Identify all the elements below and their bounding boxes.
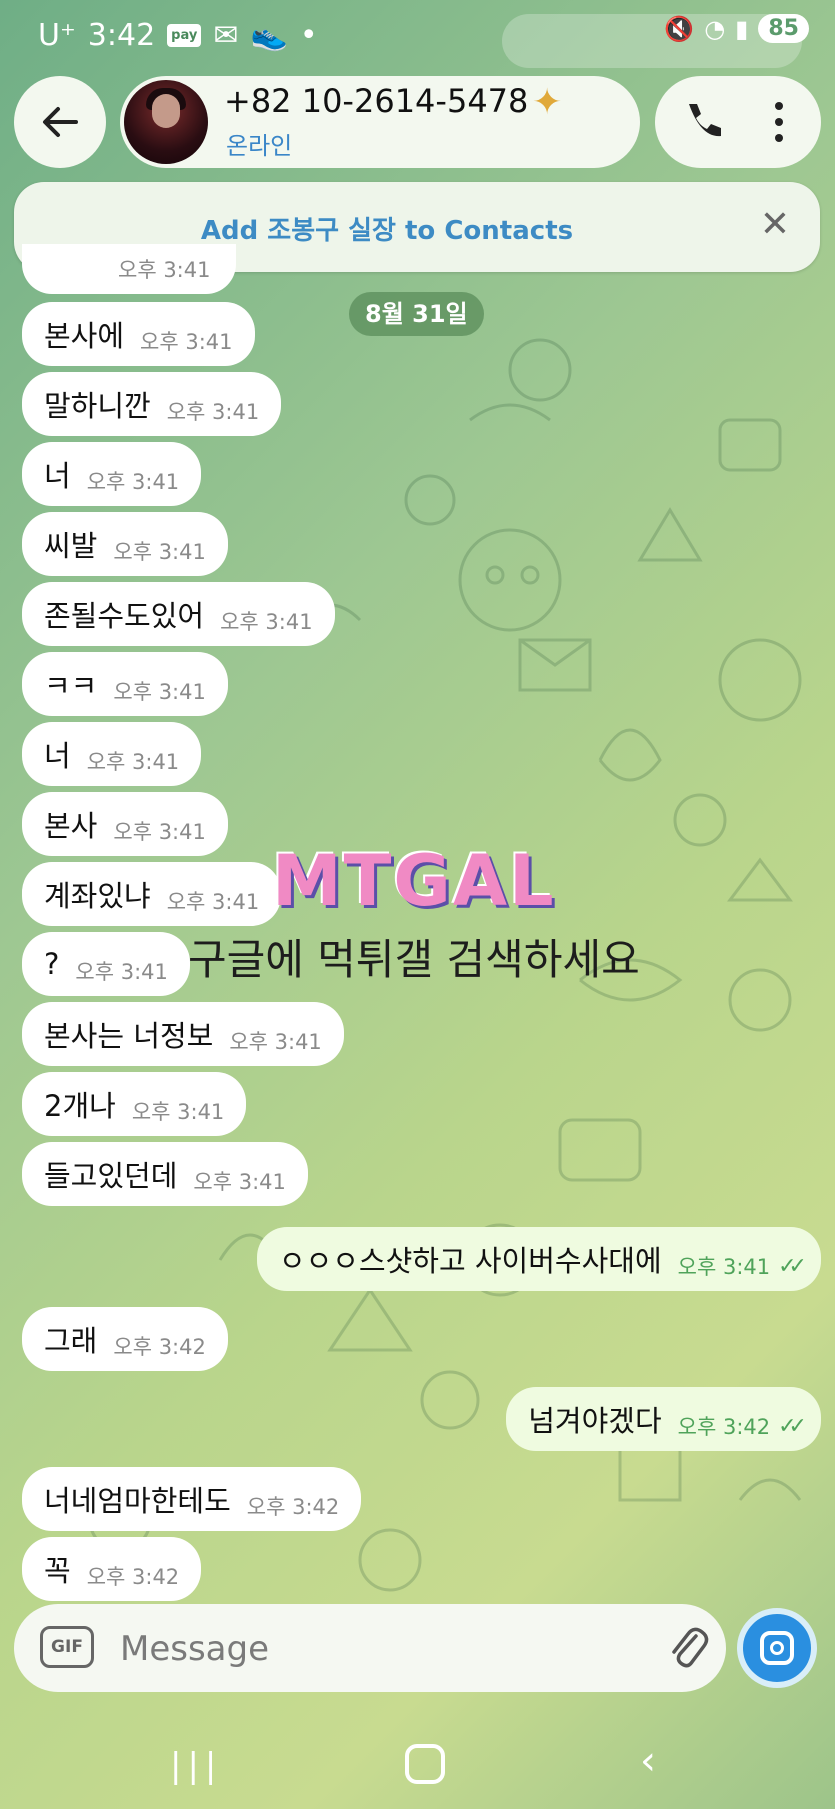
message-text: ? <box>44 947 60 981</box>
star-emoji-status-icon[interactable]: ✦ <box>532 82 562 123</box>
home-icon[interactable] <box>405 1744 445 1784</box>
message-time: 오후 3:41 <box>220 610 313 634</box>
message-time: 오후 3:41 <box>86 750 180 774</box>
message-text: 꼭 <box>44 1554 71 1588</box>
incoming-message[interactable]: 본사 오후 3:41 <box>22 792 228 856</box>
incoming-message[interactable]: 계좌있냐 오후 3:41 <box>22 862 282 926</box>
message-text: 너 <box>44 459 71 493</box>
back-button[interactable] <box>14 76 106 168</box>
message-text: 존될수도있어 <box>44 599 205 633</box>
camera-lens-icon <box>770 1641 784 1655</box>
incoming-message[interactable]: 그래 오후 3:42 <box>22 1307 228 1371</box>
contact-number: +82 10-2614-5478 <box>224 82 529 120</box>
message-text: ㅇㅇㅇ스샷하고 사이버수사대에 <box>278 1244 662 1278</box>
message-time: 오후 3:41 <box>75 960 168 984</box>
message-time: 오후 3:41 <box>131 1100 225 1124</box>
message-time: 오후 3:41 <box>113 540 206 564</box>
incoming-message[interactable]: 본사는 너정보 오후 3:41 <box>22 1002 344 1066</box>
wifi-icon: ◔ <box>704 14 726 43</box>
message-composer: GIF <box>14 1604 726 1692</box>
incoming-message[interactable]: 너네엄마한테도 오후 3:42 <box>22 1467 362 1531</box>
signal-icon: ▮ <box>735 14 749 43</box>
status-bar: U⁺ 3:42 pay ✉ 👟 • 🔇 ◔ ▮ 85 <box>0 0 835 78</box>
incoming-message[interactable]: 씨발 오후 3:41 <box>22 512 228 576</box>
chat-info-header[interactable]: +82 10-2614-5478 ✦ 온라인 <box>120 76 640 168</box>
message-time: 오후 3:41 <box>166 890 260 914</box>
incoming-message[interactable]: 2개나 오후 3:41 <box>22 1072 247 1136</box>
system-navigation-bar: ||| ‹ <box>0 1720 835 1809</box>
incoming-message[interactable]: 존될수도있어 오후 3:41 <box>22 582 335 646</box>
clock: 3:42 <box>87 18 156 53</box>
message-text: 계좌있냐 <box>44 879 151 913</box>
message-time: 오후 3:41 <box>677 1255 771 1279</box>
incoming-message[interactable]: 너 오후 3:41 <box>22 722 202 786</box>
incoming-message[interactable]: ? 오후 3:41 <box>22 932 190 996</box>
arrow-left-icon <box>43 107 78 137</box>
message-text: 2개나 <box>44 1089 116 1123</box>
message-time: 오후 3:42 <box>86 1565 180 1589</box>
outgoing-message[interactable]: ㅇㅇㅇ스샷하고 사이버수사대에 오후 3:41 ✓✓ <box>256 1227 821 1291</box>
close-icon[interactable]: ✕ <box>760 204 790 245</box>
double-check-icon: ✓✓ <box>778 1413 807 1439</box>
recents-icon[interactable]: ||| <box>170 1746 222 1786</box>
message-time: 오후 3:41 <box>229 1030 322 1054</box>
more-vertical-icon[interactable] <box>765 98 793 146</box>
date-separator: 8월 31일 <box>349 292 484 336</box>
paperclip-icon[interactable] <box>664 1624 712 1672</box>
outgoing-message[interactable]: 넘겨야겠다 오후 3:42 ✓✓ <box>506 1387 821 1451</box>
message-text: 들고있던데 <box>44 1159 178 1193</box>
message-time: 오후 3:41 <box>113 680 206 704</box>
message-time: 오후 3:41 <box>193 1170 286 1194</box>
partial-message-bubble: 오후 3:41 <box>22 244 236 294</box>
camera-button[interactable] <box>737 1608 817 1688</box>
incoming-message[interactable]: 꼭 오후 3:42 <box>22 1537 202 1601</box>
back-nav-icon[interactable]: ‹ <box>640 1738 656 1784</box>
message-text: 그래 <box>44 1324 98 1358</box>
message-time: 오후 3:42 <box>677 1415 771 1439</box>
avatar-face <box>152 94 180 128</box>
watermark-logo: MTGAL <box>272 840 556 922</box>
status-bar-left: U⁺ 3:42 pay ✉ 👟 • <box>38 18 318 53</box>
online-status: 온라인 <box>226 132 293 160</box>
message-text: 본사 <box>44 809 98 843</box>
message-time: 오후 3:41 <box>166 400 260 424</box>
incoming-message[interactable]: 들고있던데 오후 3:41 <box>22 1142 308 1206</box>
status-bar-right: 🔇 ◔ ▮ 85 <box>664 14 809 43</box>
muted-icon: 🔇 <box>664 14 695 43</box>
incoming-message[interactable]: 말하니깐 오후 3:41 <box>22 372 282 436</box>
message-time: 오후 3:42 <box>113 1335 206 1359</box>
header-actions <box>655 76 821 168</box>
notification-icon: ✉ <box>213 18 239 53</box>
message-input[interactable] <box>118 1620 562 1678</box>
double-check-icon: ✓✓ <box>778 1253 807 1279</box>
message-time: 오후 3:41 <box>118 258 211 282</box>
carrier-label: U⁺ <box>38 18 76 53</box>
battery-indicator: 85 <box>758 14 809 43</box>
incoming-message[interactable]: 너 오후 3:41 <box>22 442 202 506</box>
pay-icon: pay <box>167 24 202 47</box>
message-time: 오후 3:42 <box>246 1495 340 1519</box>
phone-icon[interactable] <box>679 98 727 146</box>
incoming-message[interactable]: ㅋㅋ 오후 3:41 <box>22 652 228 716</box>
watermark-text: 구글에 먹튀갤 검색하세요 <box>188 935 640 984</box>
incoming-message[interactable]: 본사에 오후 3:41 <box>22 302 255 366</box>
message-text: 넘겨야겠다 <box>528 1404 662 1438</box>
message-time: 오후 3:41 <box>140 330 233 354</box>
message-text: ㅋㅋ <box>44 669 98 703</box>
message-text: 말하니깐 <box>44 389 151 423</box>
message-text: 본사는 너정보 <box>44 1019 214 1053</box>
shoe-icon: 👟 <box>250 18 288 53</box>
message-text: 너네엄마한테도 <box>44 1484 231 1518</box>
message-time: 오후 3:41 <box>86 470 180 494</box>
avatar[interactable] <box>124 80 208 164</box>
message-text: 본사에 <box>44 319 125 353</box>
gif-icon[interactable]: GIF <box>40 1626 94 1668</box>
message-text: 씨발 <box>44 529 98 563</box>
add-to-contacts-label[interactable]: Add 조봉구 실장 to Contacts <box>14 210 760 247</box>
message-text: 너 <box>44 739 71 773</box>
message-time: 오후 3:41 <box>113 820 206 844</box>
dot-icon: • <box>299 18 318 53</box>
